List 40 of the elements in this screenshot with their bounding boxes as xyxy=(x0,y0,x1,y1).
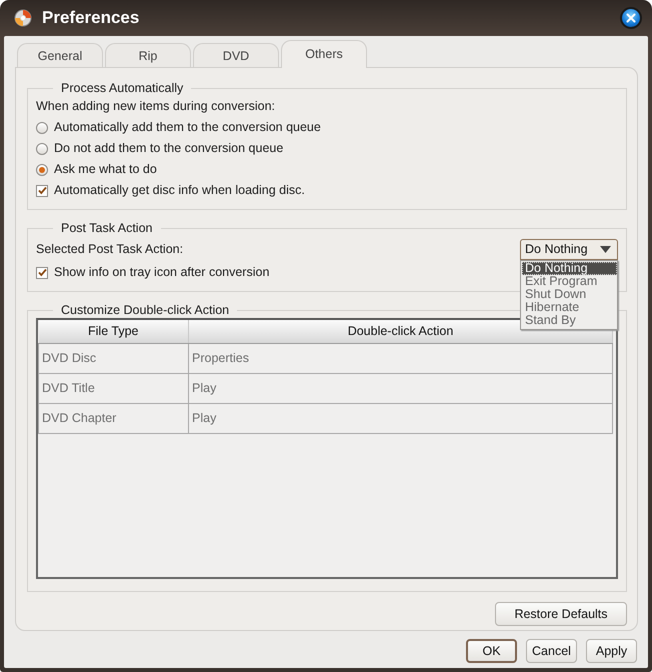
checkbox[interactable] xyxy=(36,184,48,196)
table-cell: Play xyxy=(188,373,612,403)
checkbox-label: Automatically get disc info when loading disc. xyxy=(54,182,305,200)
tab[interactable]: Rip xyxy=(105,43,191,68)
dropdown[interactable]: Do Nothing xyxy=(520,238,618,260)
radio-label: Ask me what to do xyxy=(54,161,157,178)
tab[interactable]: General xyxy=(17,43,103,68)
dialog-button[interactable]: Cancel xyxy=(526,639,577,663)
close-icon xyxy=(626,13,636,23)
checkbox[interactable] xyxy=(36,266,48,278)
table-cell: Play xyxy=(188,403,612,433)
dropdown-option[interactable]: Hibernate xyxy=(522,300,617,314)
radio-button[interactable] xyxy=(36,164,48,176)
table-cell: DVD Disc xyxy=(38,343,188,373)
radio-label: Do not add them to the conversion queue xyxy=(54,140,284,158)
radio-label: Automatically add them to the conversion queue xyxy=(54,119,321,136)
tab[interactable]: Others xyxy=(281,40,367,68)
group-title: Post Task Action xyxy=(60,220,154,236)
dropdown-option[interactable]: Do Nothing xyxy=(522,262,617,274)
disc-icon xyxy=(14,9,32,27)
restore-defaults-button[interactable]: Restore Defaults xyxy=(495,602,627,626)
group-title: Customize Double-click Action xyxy=(60,302,230,318)
window-title: Preferences xyxy=(42,7,140,30)
prompt-text: When adding new items during conversion: xyxy=(36,98,276,116)
table-cell: DVD Chapter xyxy=(38,403,188,433)
dropdown-option[interactable]: Shut Down xyxy=(522,288,617,300)
table-cell: DVD Title xyxy=(38,373,188,403)
field-label: Selected Post Task Action: xyxy=(36,240,184,258)
dialog-button[interactable]: Apply xyxy=(586,639,637,663)
tab[interactable]: DVD xyxy=(193,43,279,68)
close-button[interactable] xyxy=(620,7,642,29)
checkbox-label: Show info on tray icon after conversion xyxy=(54,264,270,282)
dropdown-option[interactable]: Exit Program xyxy=(522,274,617,288)
group-title: Process Automatically xyxy=(60,80,184,96)
caret-icon xyxy=(600,246,611,252)
radio-button[interactable] xyxy=(36,142,48,154)
radio-button[interactable] xyxy=(36,122,48,134)
table-cell: Properties xyxy=(188,343,612,373)
column-header[interactable]: File Type xyxy=(38,320,188,343)
dialog-button[interactable]: OK xyxy=(466,639,517,663)
